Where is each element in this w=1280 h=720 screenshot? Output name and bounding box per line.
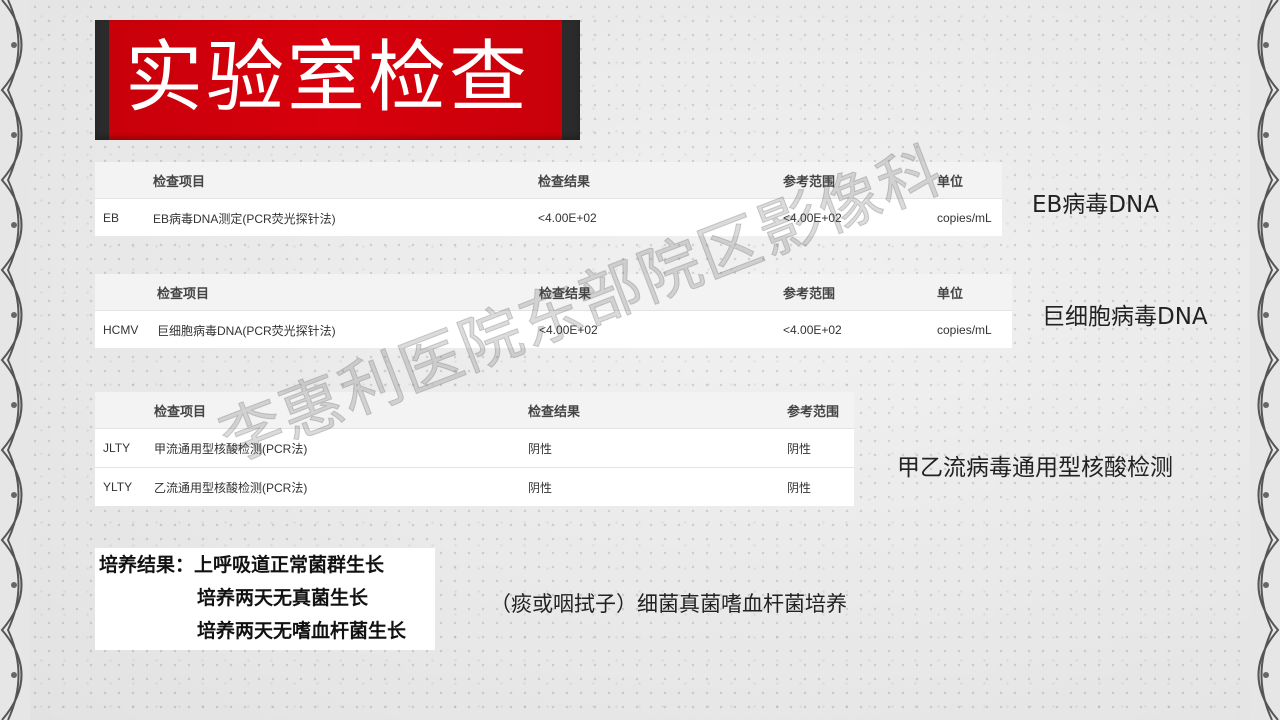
row-code: JLTY [103,441,131,455]
table-header: 检查项目 检查结果 参考范围 单位 [95,162,1002,198]
culture-side-label: （痰或咽拭子）细菌真菌嗜血杆菌培养 [490,592,847,616]
row-item: 甲流通用型核酸检测(PCR法) [154,441,308,456]
row-unit: copies/mL [937,323,992,337]
header-result: 检查结果 [539,285,592,301]
header-result: 检查结果 [528,403,581,419]
header-result: 检查结果 [538,173,591,189]
flu-side-label: 甲乙流病毒通用型核酸检测 [897,455,1173,481]
row-code: EB [103,211,120,225]
row-code: YLTY [103,480,133,494]
header-range: 参考范围 [787,403,840,419]
right-ornament-border [1250,0,1280,720]
row-range: <4.00E+02 [783,323,842,337]
flu-table: 检查项目 检查结果 参考范围 JLTY 甲流通用型核酸检测(PCR法) 阴性 阴… [95,392,854,506]
culture-line: 培养两天无嗜血杆菌生长 [197,620,407,642]
title-banner: 实验室检查 [95,20,580,140]
table-header: 检查项目 检查结果 参考范围 单位 [95,274,1012,310]
header-range: 参考范围 [783,173,836,189]
row-result: <4.00E+02 [538,211,597,225]
hcmv-table: 检查项目 检查结果 参考范围 单位 HCMV 巨细胞病毒DNA(PCR荧光探针法… [95,274,1012,348]
row-result: 阴性 [528,441,553,456]
left-ornament-border [0,0,30,720]
culture-line: 培养两天无真菌生长 [197,587,369,609]
row-range: 阴性 [787,441,812,456]
row-range: <4.00E+02 [783,211,842,225]
row-item: 乙流通用型核酸检测(PCR法) [154,480,308,495]
table-row: HCMV 巨细胞病毒DNA(PCR荧光探针法) <4.00E+02 <4.00E… [95,310,1012,349]
row-result: 阴性 [528,480,553,495]
header-item: 检查项目 [157,285,210,301]
header-unit: 单位 [937,173,964,189]
table-row: JLTY 甲流通用型核酸检测(PCR法) 阴性 阴性 [95,428,854,467]
row-code: HCMV [103,323,139,337]
header-unit: 单位 [937,285,964,301]
culture-result-box: 培养结果：上呼吸道正常菌群生长 培养两天无真菌生长 培养两天无嗜血杆菌生长 [95,548,435,650]
slide-title: 实验室检查 [125,33,531,123]
row-item: EB病毒DNA测定(PCR荧光探针法) [153,211,336,226]
row-item: 巨细胞病毒DNA(PCR荧光探针法) [157,323,336,338]
table-row: EB EB病毒DNA测定(PCR荧光探针法) <4.00E+02 <4.00E+… [95,198,1002,237]
header-item: 检查项目 [153,173,206,189]
header-item: 检查项目 [154,403,207,419]
eb-side-label: EB病毒DNA [1032,192,1159,218]
table-header: 检查项目 检查结果 参考范围 [95,392,854,428]
hcmv-side-label: 巨细胞病毒DNA [1042,304,1208,330]
eb-table: 检查项目 检查结果 参考范围 单位 EB EB病毒DNA测定(PCR荧光探针法)… [95,162,1002,236]
table-row: YLTY 乙流通用型核酸检测(PCR法) 阴性 阴性 [95,467,854,506]
header-range: 参考范围 [783,285,836,301]
row-unit: copies/mL [937,211,992,225]
row-range: 阴性 [787,480,812,495]
culture-line: 培养结果：上呼吸道正常菌群生长 [99,554,385,576]
row-result: <4.00E+02 [539,323,598,337]
